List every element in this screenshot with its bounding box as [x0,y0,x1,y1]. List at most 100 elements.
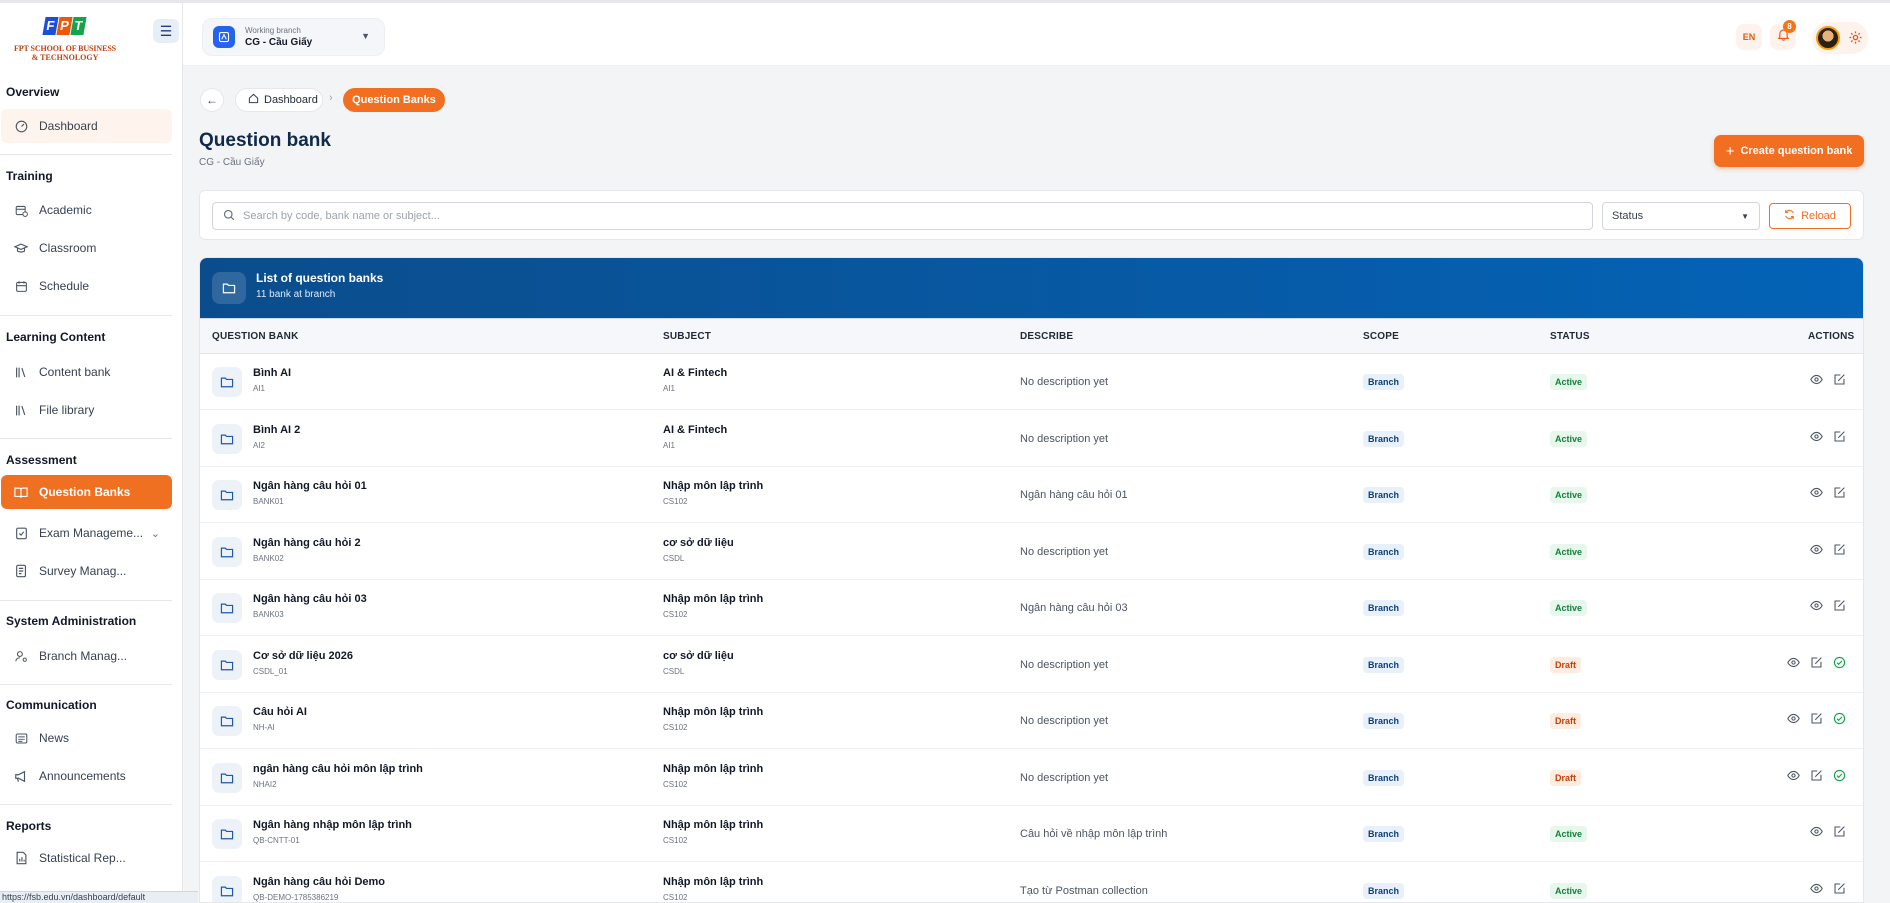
bank-name[interactable]: Ngân hàng câu hỏi 2 [253,537,361,549]
reload-button[interactable]: Reload [1769,203,1851,229]
sidebar-item-news[interactable]: News [1,721,172,755]
branch-value: CG - Cầu Giấy [245,37,313,48]
search-input[interactable] [243,210,1573,222]
bank-name[interactable]: Cơ sở dữ liệu 2026 [253,650,353,662]
bank-name[interactable]: Bình AI [253,367,291,379]
fpt-logo[interactable]: F P T FPT SCHOOL OF BUSINESS & TECHNOLOG… [6,17,124,63]
column-header-actions: ACTIONS [1808,331,1855,342]
bank-name[interactable]: Ngân hàng câu hỏi 01 [253,480,367,492]
view-button[interactable] [1785,770,1801,786]
language-button[interactable]: EN [1736,24,1762,50]
sidebar-item-file-library[interactable]: File library [1,393,172,427]
sidebar-item-statistical-reports[interactable]: Statistical Rep... [1,841,172,875]
edit-button[interactable] [1808,656,1824,673]
sidebar-item-question-banks[interactable]: Question Banks [1,475,172,509]
view-button[interactable] [1808,374,1824,390]
view-button[interactable] [1808,544,1824,560]
subject-code: CS102 [663,723,688,732]
logo-line-1: FPT SCHOOL OF BUSINESS [13,44,117,53]
subject-name: Nhập môn lập trình [663,480,764,492]
column-header-status[interactable]: STATUS [1550,331,1590,342]
view-button[interactable] [1785,713,1801,729]
edit-button[interactable] [1831,543,1847,560]
avatar [1816,26,1840,50]
view-button[interactable] [1808,600,1824,616]
bank-name[interactable]: Ngân hàng câu hỏi Demo [253,876,385,888]
sidebar-item-label: Branch Manag... [39,649,128,663]
sidebar-item-label: Academic [39,203,92,217]
back-button[interactable]: ← [200,88,224,112]
sidebar-item-dashboard[interactable]: Dashboard [1,109,172,143]
bank-code: NHAI2 [253,779,277,789]
sidebar-item-content-bank[interactable]: Content bank [1,355,172,389]
folder-icon [212,593,242,623]
create-question-bank-button[interactable]: + Create question bank [1714,135,1864,167]
sidebar-item-classroom[interactable]: Classroom [1,231,172,265]
view-button[interactable] [1808,826,1824,842]
bank-code: BANK03 [253,610,284,619]
newspaper-icon [13,730,29,746]
subject-code: CS102 [663,610,688,619]
edit-button[interactable] [1808,769,1824,786]
table-subtitle: 11 bank at branch [256,289,336,300]
branch-selector[interactable]: Working branch CG - Cầu Giấy ▼ [202,18,385,56]
building-icon [213,26,235,48]
sidebar-item-exam-management[interactable]: Exam Manageme... ⌄ [1,516,172,550]
scope-badge: Branch [1363,430,1405,447]
column-header-question-bank[interactable]: QUESTION BANK [212,331,299,342]
sidebar-item-academic[interactable]: Academic [1,193,172,227]
breadcrumb-dashboard[interactable]: Dashboard [235,88,323,112]
menu-toggle-button[interactable]: ☰ [153,19,179,43]
bank-name[interactable]: Ngân hàng nhập môn lập trình [253,819,412,831]
book-open-icon [13,484,29,500]
sidebar-item-announcements[interactable]: Announcements [1,759,172,793]
publish-button[interactable] [1831,712,1847,729]
sidebar-item-survey-management[interactable]: Survey Manag... [1,554,172,588]
sidebar-divider [0,600,172,601]
status-select[interactable]: Status ▼ [1602,202,1760,230]
calendar-icon [13,278,29,294]
sidebar-item-schedule[interactable]: Schedule [1,269,172,303]
column-header-describe[interactable]: DESCRIBE [1020,331,1073,342]
view-button[interactable] [1808,883,1824,899]
status-badge: Draft [1550,713,1582,729]
browser-status-url: https://fsb.edu.vn/dashboard/default [0,891,198,903]
edit-button[interactable] [1831,374,1847,390]
publish-button[interactable] [1831,769,1847,786]
edit-button[interactable] [1831,600,1847,616]
column-header-scope[interactable]: SCOPE [1363,331,1399,342]
chevron-down-icon: ⌄ [150,527,160,540]
plus-icon: + [1725,142,1735,160]
subject-name: Nhập môn lập trình [663,706,764,718]
megaphone-icon [13,768,29,784]
edit-button[interactable] [1831,430,1847,447]
sidebar-item-label: Statistical Rep... [39,851,126,865]
view-button[interactable] [1785,657,1801,673]
edit-button[interactable] [1831,826,1847,842]
notification-count-badge: 8 [1783,20,1796,33]
subject-name: cơ sở dữ liệu [663,649,734,662]
description: No description yet [1020,715,1109,727]
edit-button[interactable] [1831,882,1847,899]
view-button[interactable] [1808,487,1824,503]
bank-name[interactable]: Câu hỏi AI [253,706,307,718]
publish-button[interactable] [1831,656,1847,673]
edit-button[interactable] [1808,713,1824,729]
edit-button[interactable] [1831,487,1847,503]
eye-icon [1809,373,1823,391]
profile-menu[interactable] [1812,22,1868,54]
edit-icon [1833,373,1846,391]
scope-badge: Branch [1363,713,1405,729]
bank-name[interactable]: Bình AI 2 [253,424,300,436]
branch-label: Working branch [245,26,301,35]
subject-code: CSDL [663,553,685,563]
column-header-subject[interactable]: SUBJECT [663,331,711,342]
bank-name[interactable]: ngân hàng câu hỏi môn lập trình [253,763,423,775]
bank-name[interactable]: Ngân hàng câu hỏi 03 [253,593,367,605]
description: Ngân hàng câu hỏi 01 [1020,489,1128,501]
view-button[interactable] [1808,431,1824,447]
logo-letter-t: T [70,17,87,35]
sidebar-item-branch-management[interactable]: Branch Manag... [1,639,172,673]
folder-icon [212,480,242,510]
description: Câu hỏi về nhập môn lập trình [1020,828,1168,840]
